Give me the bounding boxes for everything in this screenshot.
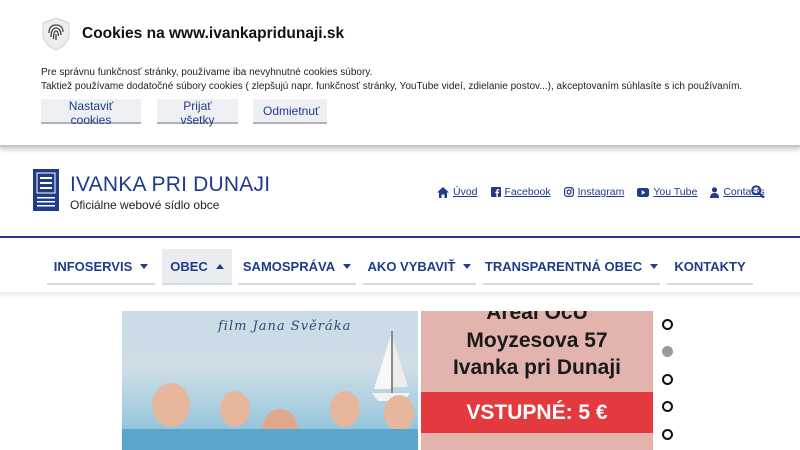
nav-item-label: SAMOSPRÁVA (242, 258, 336, 274)
slider-dot-4[interactable] (662, 401, 673, 412)
cookie-settings-button[interactable]: Nastaviť cookies (41, 99, 141, 127)
search-icon[interactable] (751, 185, 764, 198)
swimmer-head (220, 391, 250, 427)
toplink-label: You Tube (653, 186, 698, 198)
nav-item-label: AKO VYBAVIŤ (367, 258, 456, 274)
main-nav: INFOSERVIS OBEC SAMOSPRÁVA AKO VYBAVIŤ T… (0, 249, 800, 285)
slide-film-text: film Jana Svěráka (218, 319, 352, 334)
swimmer-head (330, 391, 360, 427)
cookie-reject-button[interactable]: Odmietnuť (253, 99, 327, 124)
nav-item-ako-vybavit[interactable]: AKO VYBAVIŤ (363, 249, 476, 285)
toplink-instagram[interactable]: Instagram (563, 186, 625, 198)
toplink-label: Instagram (577, 186, 625, 198)
slider-dot-2[interactable] (662, 346, 673, 357)
swimmer-head (152, 383, 190, 427)
nav-item-samosprava[interactable]: SAMOSPRÁVA (238, 249, 356, 285)
slider-dot-3[interactable] (662, 374, 673, 385)
slider-dot-1[interactable] (662, 319, 673, 330)
swimmer-head (384, 395, 414, 431)
sea-water (122, 429, 418, 450)
toplink-youtube[interactable]: You Tube (637, 186, 697, 198)
site-subtitle: Oficiálne webové sídlo obce (70, 198, 220, 212)
slide-right-line1: Areál OcÚ (486, 311, 588, 324)
nav-shadow (0, 292, 800, 298)
facebook-icon (490, 187, 501, 197)
home-icon (437, 186, 449, 198)
nav-item-label: TRANSPARENTNÁ OBEC (484, 258, 643, 274)
nav-item-kontakty[interactable]: KONTAKTY (667, 249, 753, 285)
caret-down-icon (343, 263, 352, 269)
cookie-text-line1: Pre správnu funkčnosť stránky, používame… (41, 67, 373, 78)
caret-up-icon (215, 263, 224, 269)
person-icon (710, 186, 720, 198)
instagram-icon (563, 187, 574, 197)
top-links: Úvod Facebook Instagram You Tube Contact… (437, 186, 778, 198)
youtube-icon (637, 187, 650, 197)
toplink-facebook[interactable]: Facebook (490, 186, 551, 198)
cookie-title: Cookies na www.ivankapridunaji.sk (82, 25, 345, 42)
nav-divider (0, 236, 800, 238)
cookie-text: Pre správnu funkčnosť stránky, používame… (41, 66, 742, 94)
slide-right-line3: Ivanka pri Dunaji (452, 356, 622, 379)
caret-down-icon (650, 263, 659, 269)
nav-item-obec[interactable]: OBEC (162, 249, 232, 285)
cookie-banner: Cookies na www.ivankapridunaji.sk Pre sp… (0, 0, 800, 147)
cookie-accept-all-button[interactable]: Prijať všetky (157, 99, 238, 127)
toplink-label: Facebook (504, 186, 551, 198)
caret-down-icon (463, 263, 472, 269)
caret-down-icon (140, 263, 149, 269)
nav-item-infoservis[interactable]: INFOSERVIS (47, 249, 155, 285)
nav-item-label: INFOSERVIS (53, 258, 133, 274)
slide-right-line2: Moyzesova 57 (466, 329, 608, 352)
shield-fingerprint-icon (42, 17, 70, 51)
toplink-uvod[interactable]: Úvod (437, 186, 478, 198)
cookie-text-line2: Taktiež používame dodatočné súbory cooki… (41, 81, 743, 92)
nav-item-label: KONTAKTY (674, 258, 746, 274)
slider-dot-5[interactable] (662, 429, 673, 440)
slide-poster-film[interactable]: film Jana Svěráka (122, 311, 418, 450)
slide-right-band: VSTUPNÉ: 5 € (421, 392, 653, 433)
nav-item-transparentna-obec[interactable]: TRANSPARENTNÁ OBEC (483, 249, 660, 285)
site-title[interactable]: IVANKA PRI DUNAJI (70, 173, 270, 197)
site-logo[interactable] (33, 169, 59, 211)
coat-of-arms-icon (36, 172, 56, 207)
toplink-label: Úvod (453, 186, 478, 198)
slide-poster-event[interactable]: Areál OcÚ Moyzesova 57 Ivanka pri Dunaji… (421, 311, 653, 450)
nav-item-label: OBEC (170, 258, 208, 274)
